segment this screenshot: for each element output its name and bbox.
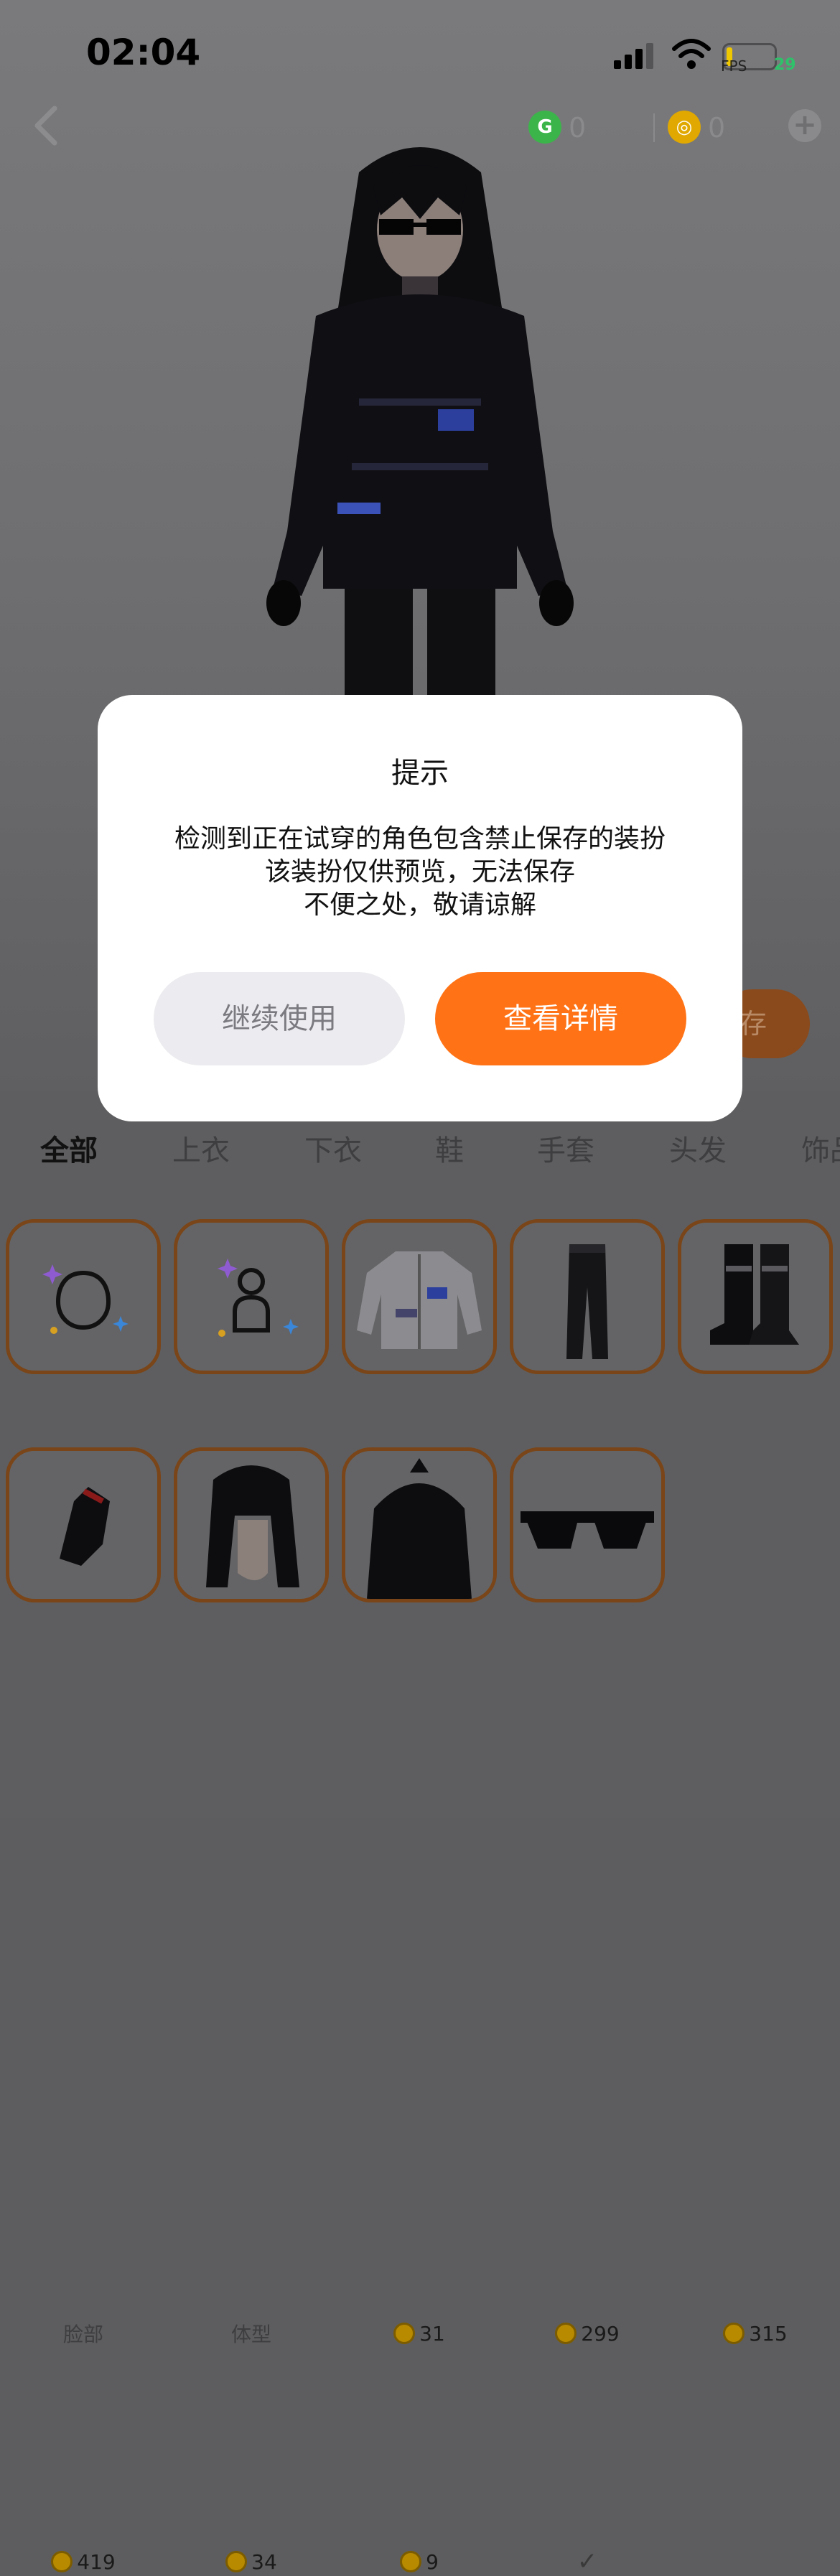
item-gloves-price: 419 xyxy=(6,2547,161,2576)
item-face-label: 脸部 xyxy=(62,2323,103,2346)
dialog-title: 提示 xyxy=(391,757,449,790)
save-warning-dialog: 提示 检测到正在试穿的角色包含禁止保存的装扮 该装扮仅供预览，无法保存 不便之处… xyxy=(98,695,742,1121)
item-hair-short-price: 9 xyxy=(342,2547,497,2576)
coin-icon xyxy=(225,2551,248,2572)
coin-icon xyxy=(400,2551,422,2572)
item-hair-long-price: 34 xyxy=(174,2547,329,2576)
item-sunglasses-owned: ✓ xyxy=(510,2547,665,2576)
dialog-message: 检测到正在试穿的角色包含禁止保存的装扮 该装扮仅供预览，无法保存 不便之处，敬请… xyxy=(98,823,742,922)
dialog-message-line3: 不便之处，敬请谅解 xyxy=(303,890,536,920)
coin-icon xyxy=(555,2323,577,2344)
item-body-type-label: 体型 xyxy=(230,2323,271,2346)
item-pants-price: 299 xyxy=(510,2319,665,2348)
view-details-button[interactable]: 查看详情 xyxy=(435,972,686,1065)
coin-icon xyxy=(393,2323,416,2344)
continue-button[interactable]: 继续使用 xyxy=(154,972,405,1065)
dialog-message-line1: 检测到正在试穿的角色包含禁止保存的装扮 xyxy=(174,824,666,854)
item-jacket-price: 31 xyxy=(342,2319,497,2348)
coin-icon xyxy=(723,2323,745,2344)
checkmark-icon: ✓ xyxy=(577,2547,598,2576)
dialog-message-line2: 该装扮仅供预览，无法保存 xyxy=(264,857,575,887)
coin-icon xyxy=(51,2551,73,2572)
item-boots-price: 315 xyxy=(678,2319,833,2348)
